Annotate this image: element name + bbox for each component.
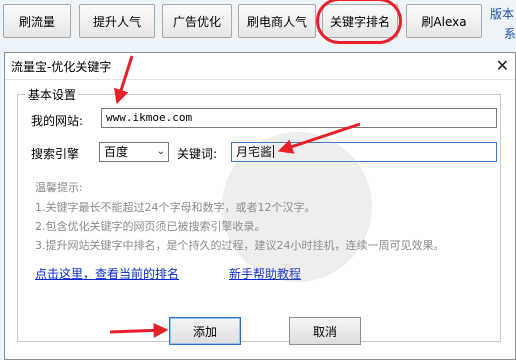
arrow-to-keyword bbox=[277, 122, 361, 154]
arrow-to-website bbox=[114, 55, 134, 105]
annotation-arrows bbox=[109, 55, 361, 338]
arrow-to-add bbox=[109, 322, 169, 338]
